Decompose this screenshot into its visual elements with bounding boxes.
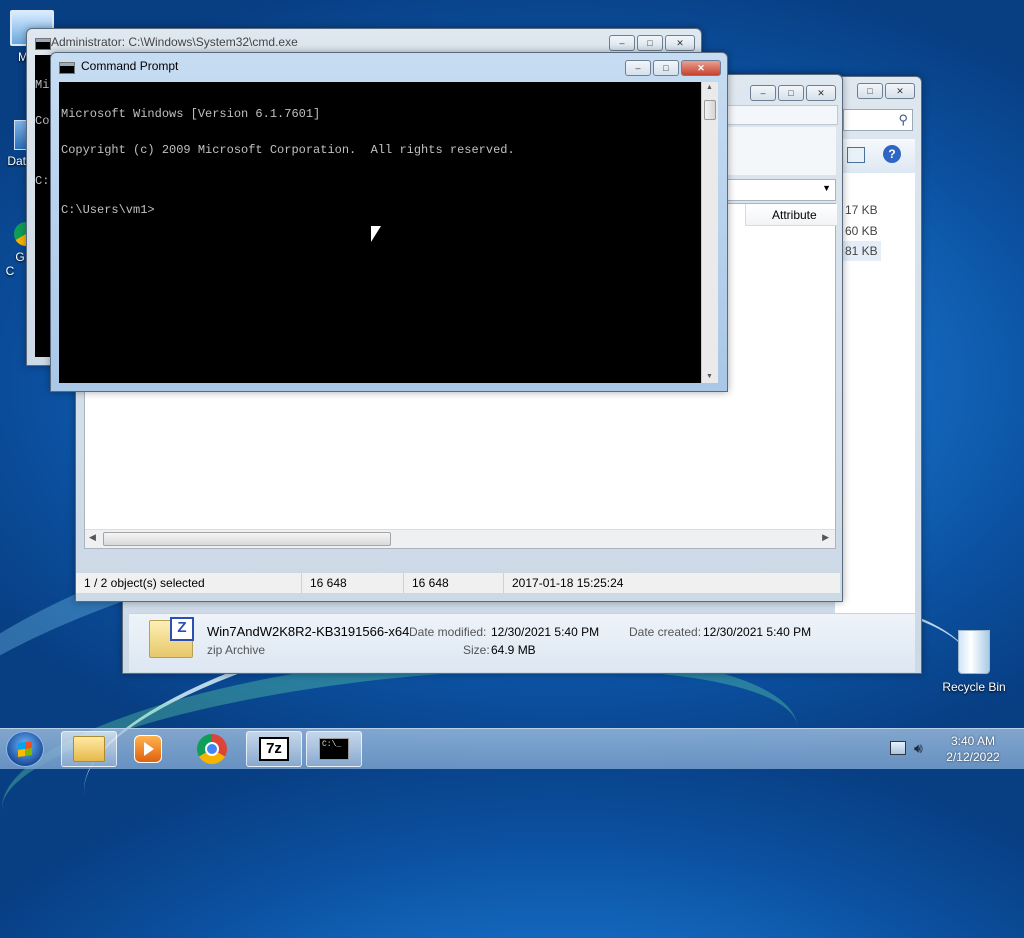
vertical-scrollbar[interactable]: ▲ ▼ (701, 82, 718, 383)
path-combo[interactable]: ▼ (726, 179, 836, 201)
cmd-icon: C:\_ (319, 738, 349, 760)
chrome-icon (197, 734, 227, 764)
media-player-icon (134, 735, 162, 763)
zip-folder-icon: Z (149, 617, 194, 658)
size-cell: 17 KB (845, 203, 878, 217)
scroll-left-arrow[interactable]: ◀ (89, 532, 96, 543)
status-selected: 1 / 2 object(s) selected (76, 573, 302, 593)
start-button[interactable] (6, 731, 44, 767)
7zip-icon: 7z (259, 737, 289, 761)
close-button[interactable]: ✕ (681, 60, 721, 76)
minimize-button[interactable]: – (625, 60, 651, 76)
taskbar-media-player[interactable] (120, 731, 176, 767)
scroll-thumb[interactable] (103, 532, 391, 546)
network-icon[interactable] (890, 741, 906, 755)
windows-logo-icon (18, 741, 32, 757)
maximize-button[interactable]: □ (637, 35, 663, 51)
detail-created-label: Date created: (629, 625, 702, 639)
chevron-down-icon[interactable]: ▼ (822, 183, 831, 193)
explorer-toolbar: ? (835, 139, 915, 173)
taskbar-cmd[interactable]: C:\_ (306, 731, 362, 767)
detail-size-value: 64.9 MB (491, 643, 536, 657)
file-list[interactable]: 17 KB 60 KB 81 KB (835, 173, 915, 613)
details-pane: Z Win7AndW2K8R2-KB3191566-x64 zip Archiv… (129, 613, 915, 672)
status-size: 16 648 (302, 573, 404, 593)
clock-time: 3:40 AM (950, 734, 996, 748)
taskbar-chrome[interactable] (184, 731, 240, 767)
cmd-icon (59, 62, 75, 74)
desktop-icon-label: G C (5, 250, 25, 278)
size-cell-selected: 81 KB (841, 241, 881, 261)
detail-size-label: Size: (463, 643, 490, 657)
scroll-right-arrow[interactable]: ▶ (822, 532, 829, 543)
close-button[interactable]: ✕ (665, 35, 695, 51)
detail-created-value: 12/30/2021 5:40 PM (703, 625, 812, 639)
search-icon: ⚲ (898, 112, 908, 127)
volume-icon[interactable]: 🔊︎ (914, 740, 923, 757)
window-title: Administrator: C:\Windows\System32\cmd.e… (51, 35, 298, 49)
toolbar-area (726, 127, 836, 175)
console-line: Copyright (c) 2009 Microsoft Corporation… (61, 143, 515, 157)
status-packed: 16 648 (404, 573, 504, 593)
window-title: Command Prompt (81, 59, 179, 73)
desktop-icon-label: Recycle Bin (942, 680, 1006, 694)
scroll-down-arrow[interactable]: ▼ (706, 373, 713, 380)
search-box[interactable]: ⚲ (843, 109, 913, 131)
clock-date: 2/12/2022 (946, 750, 1000, 764)
close-button[interactable]: ✕ (806, 85, 836, 101)
cmd-icon (35, 38, 51, 50)
taskbar-explorer[interactable] (61, 731, 117, 767)
help-icon[interactable]: ? (883, 145, 901, 163)
desktop-icon-recycle-bin[interactable]: Recycle Bin (938, 630, 1010, 694)
mouse-cursor-icon (371, 226, 381, 242)
minimize-button[interactable]: – (609, 35, 635, 51)
taskbar-7zip[interactable]: 7z (246, 731, 302, 767)
scroll-thumb[interactable] (704, 100, 716, 120)
clock[interactable]: 3:40 AM 2/12/2022 (940, 733, 1006, 765)
maximize-button[interactable]: □ (653, 60, 679, 76)
taskbar: 7z C:\_ 🔊︎ 3:40 AM 2/12/2022 (0, 728, 1024, 769)
console-output[interactable]: Microsoft Windows [Version 6.1.7601] Cop… (59, 82, 701, 383)
recycle-bin-icon (958, 630, 990, 674)
detail-type: zip Archive (207, 643, 266, 657)
status-modified: 2017-01-18 15:25:24 (512, 576, 624, 590)
address-bar[interactable] (726, 105, 838, 125)
status-bar: 1 / 2 object(s) selected 16 648 16 648 2… (76, 573, 840, 593)
column-header-attributes[interactable]: Attribute (745, 204, 837, 226)
horizontal-scrollbar[interactable]: ◀ ▶ (85, 529, 835, 548)
console-prompt: C:\Users\vm1> (61, 203, 155, 217)
preview-pane-icon[interactable] (847, 147, 865, 163)
detail-filename: Win7AndW2K8R2-KB3191566-x64 (207, 624, 410, 639)
minimize-button[interactable]: – (750, 85, 776, 101)
maximize-button[interactable]: □ (778, 85, 804, 101)
detail-modified-label: Date modified: (409, 625, 487, 639)
folder-icon (73, 736, 105, 762)
maximize-button[interactable]: □ (857, 83, 883, 99)
scroll-up-arrow[interactable]: ▲ (706, 84, 713, 91)
console-line: Microsoft Windows [Version 6.1.7601] (61, 107, 321, 121)
size-cell: 60 KB (845, 224, 878, 238)
detail-modified-value: 12/30/2021 5:40 PM (491, 625, 600, 639)
cmd-window[interactable]: Command Prompt – □ ✕ Microsoft Windows [… (50, 52, 728, 392)
close-button[interactable]: ✕ (885, 83, 915, 99)
